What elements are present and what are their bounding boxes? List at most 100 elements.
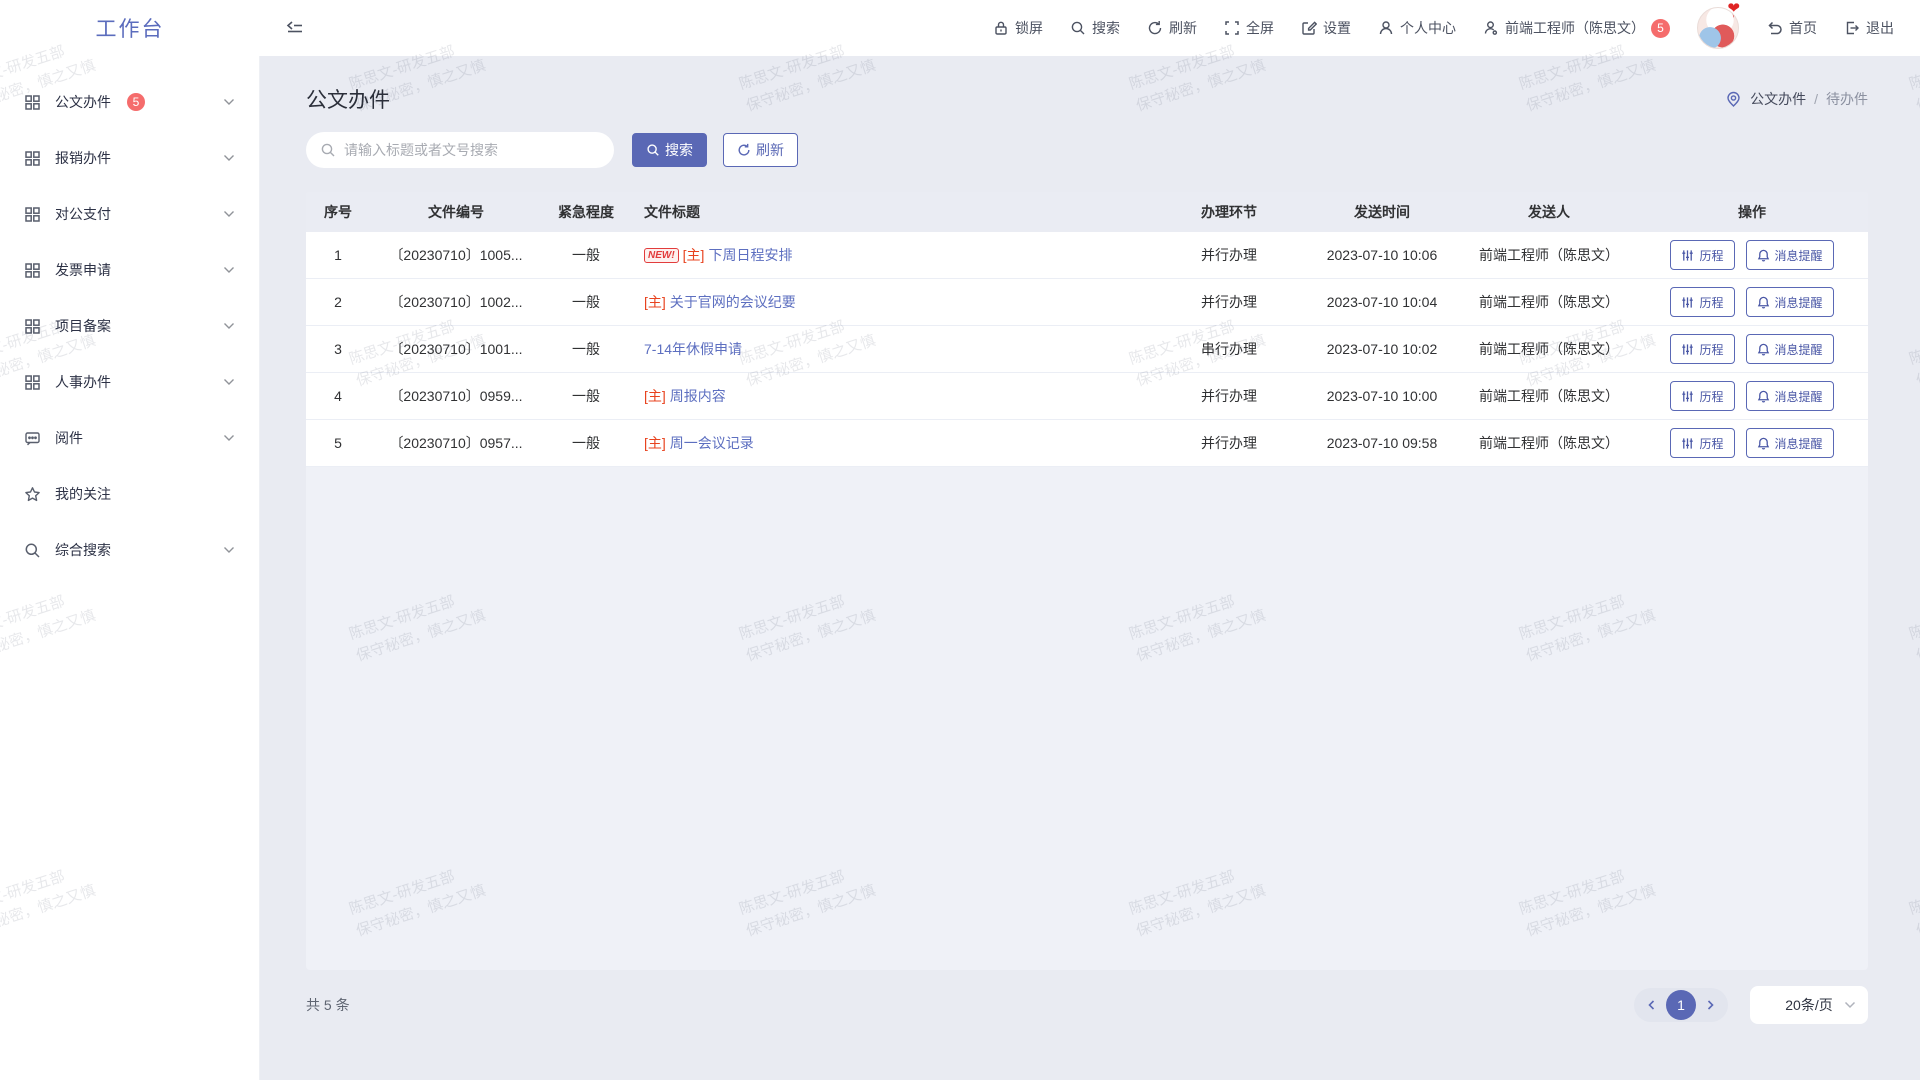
search-input[interactable] [306, 132, 614, 168]
timeline-icon [1681, 296, 1694, 309]
logout-icon [1844, 20, 1860, 36]
home-button[interactable]: 首页 [1766, 18, 1817, 38]
settings-button[interactable]: 设置 [1301, 18, 1351, 38]
refresh-button[interactable]: 刷新 [1147, 18, 1197, 38]
history-button[interactable]: 历程 [1670, 240, 1734, 270]
profile-center-button[interactable]: 个人中心 [1378, 18, 1456, 38]
timeline-icon [1681, 390, 1694, 403]
sidebar-item-9[interactable]: 综合搜索 [0, 522, 259, 578]
lock-screen-button[interactable]: 锁屏 [993, 18, 1043, 38]
timeline-icon [1681, 249, 1694, 262]
process-step: 并行办理 [1148, 386, 1310, 406]
avatar-heart-icon: ❤ [1727, 0, 1740, 17]
message-remind-button[interactable]: 消息提醒 [1746, 428, 1834, 458]
pagination: 1 20条/页 [1634, 986, 1868, 1024]
sidebar-item-5[interactable]: 项目备案 [0, 298, 259, 354]
user-message-badge: 5 [1651, 19, 1670, 38]
message-remind-button[interactable]: 消息提醒 [1746, 381, 1834, 411]
timeline-icon [1681, 437, 1694, 450]
header-actions: 锁屏 搜索 刷新 全屏 设置 个人中心 前端工程师（陈思文） 5 ❤ [993, 7, 1920, 49]
breadcrumb-leaf: 待办件 [1826, 89, 1868, 109]
sidebar-item-7[interactable]: 阅件 [0, 410, 259, 466]
urgency: 一般 [542, 245, 630, 265]
sidebar-item-6[interactable]: 人事办件 [0, 354, 259, 410]
sidebar-collapse-icon[interactable] [286, 19, 304, 37]
send-time: 2023-07-10 10:02 [1310, 341, 1454, 357]
page-size-select[interactable]: 20条/页 [1750, 986, 1868, 1024]
breadcrumb-root[interactable]: 公文办件 [1750, 89, 1806, 109]
row-index: 1 [306, 247, 370, 263]
search-icon [320, 142, 336, 158]
main-doc-tag: [主] [644, 433, 666, 453]
grid-icon [24, 150, 41, 167]
row-index: 5 [306, 435, 370, 451]
chevron-down-icon [223, 546, 235, 554]
top-header: 工作台 锁屏 搜索 刷新 全屏 设置 个人中心 [0, 0, 1920, 56]
fullscreen-button[interactable]: 全屏 [1224, 18, 1274, 38]
page-number-button[interactable]: 1 [1666, 990, 1696, 1020]
sender: 前端工程师（陈思文） [1454, 292, 1644, 312]
breadcrumb-separator: / [1814, 91, 1818, 107]
chevron-down-icon [223, 154, 235, 162]
main-doc-tag: [主] [683, 245, 705, 265]
bell-icon [1757, 249, 1770, 262]
send-time: 2023-07-10 10:06 [1310, 247, 1454, 263]
table-body: 1 〔20230710〕1005... 一般 NEW! [主] 下周日程安排 并… [306, 232, 1868, 467]
sidebar-item-8[interactable]: 我的关注 [0, 466, 259, 522]
history-button[interactable]: 历程 [1670, 381, 1734, 411]
comment-icon [24, 430, 41, 447]
sidebar-item-2[interactable]: 报销办件 [0, 130, 259, 186]
user-role-icon [1483, 20, 1499, 36]
sidebar-item-1[interactable]: 公文办件 5 [0, 74, 259, 130]
chevron-down-icon [223, 98, 235, 106]
process-step: 并行办理 [1148, 433, 1310, 453]
history-button[interactable]: 历程 [1670, 334, 1734, 364]
sidebar-item-4[interactable]: 发票申请 [0, 242, 259, 298]
message-remind-button[interactable]: 消息提醒 [1746, 287, 1834, 317]
sender: 前端工程师（陈思文） [1454, 386, 1644, 406]
doc-title-link[interactable]: 周一会议记录 [670, 433, 754, 453]
doc-number: 〔20230710〕0959... [370, 386, 542, 406]
page-title: 公文办件 [306, 84, 390, 114]
next-page-button[interactable] [1698, 993, 1722, 1017]
logout-button[interactable]: 退出 [1844, 18, 1894, 38]
send-time: 2023-07-10 09:58 [1310, 435, 1454, 451]
chevron-down-icon [223, 434, 235, 442]
refresh-list-button[interactable]: 刷新 [723, 133, 798, 167]
table-row: 1 〔20230710〕1005... 一般 NEW! [主] 下周日程安排 并… [306, 232, 1868, 279]
new-badge: NEW! [644, 248, 679, 263]
user-icon [1378, 20, 1394, 36]
sidebar: 公文办件 5 报销办件 对公支付 发票申请 项目备案 [0, 56, 260, 1080]
sidebar-item-badge: 5 [127, 93, 145, 111]
history-button[interactable]: 历程 [1670, 428, 1734, 458]
avatar[interactable]: ❤ [1697, 7, 1739, 49]
search-button[interactable]: 搜索 [632, 133, 707, 167]
bell-icon [1757, 343, 1770, 356]
lock-icon [993, 20, 1009, 36]
table-row: 2 〔20230710〕1002... 一般 [主] 关于官网的会议纪要 并行办… [306, 279, 1868, 326]
timeline-icon [1681, 343, 1694, 356]
location-icon [1725, 91, 1742, 108]
grid-icon [24, 262, 41, 279]
breadcrumb: 公文办件 / 待办件 [1725, 89, 1868, 109]
history-button[interactable]: 历程 [1670, 287, 1734, 317]
settings-icon [1301, 20, 1317, 36]
main-doc-tag: [主] [644, 386, 666, 406]
process-step: 并行办理 [1148, 245, 1310, 265]
message-remind-button[interactable]: 消息提醒 [1746, 240, 1834, 270]
doc-title-link[interactable]: 关于官网的会议纪要 [670, 292, 796, 312]
chevron-down-icon [223, 266, 235, 274]
message-remind-button[interactable]: 消息提醒 [1746, 334, 1834, 364]
process-step: 串行办理 [1148, 339, 1310, 359]
row-index: 3 [306, 341, 370, 357]
sender: 前端工程师（陈思文） [1454, 245, 1644, 265]
current-user[interactable]: 前端工程师（陈思文） 5 [1483, 18, 1670, 38]
sidebar-item-3[interactable]: 对公支付 [0, 186, 259, 242]
doc-title-link[interactable]: 周报内容 [670, 386, 726, 406]
bell-icon [1757, 437, 1770, 450]
doc-title-link[interactable]: 7-14年休假申请 [644, 339, 742, 359]
global-search-button[interactable]: 搜索 [1070, 18, 1120, 38]
doc-title-link[interactable]: 下周日程安排 [708, 245, 792, 265]
prev-page-button[interactable] [1640, 993, 1664, 1017]
send-time: 2023-07-10 10:04 [1310, 294, 1454, 310]
